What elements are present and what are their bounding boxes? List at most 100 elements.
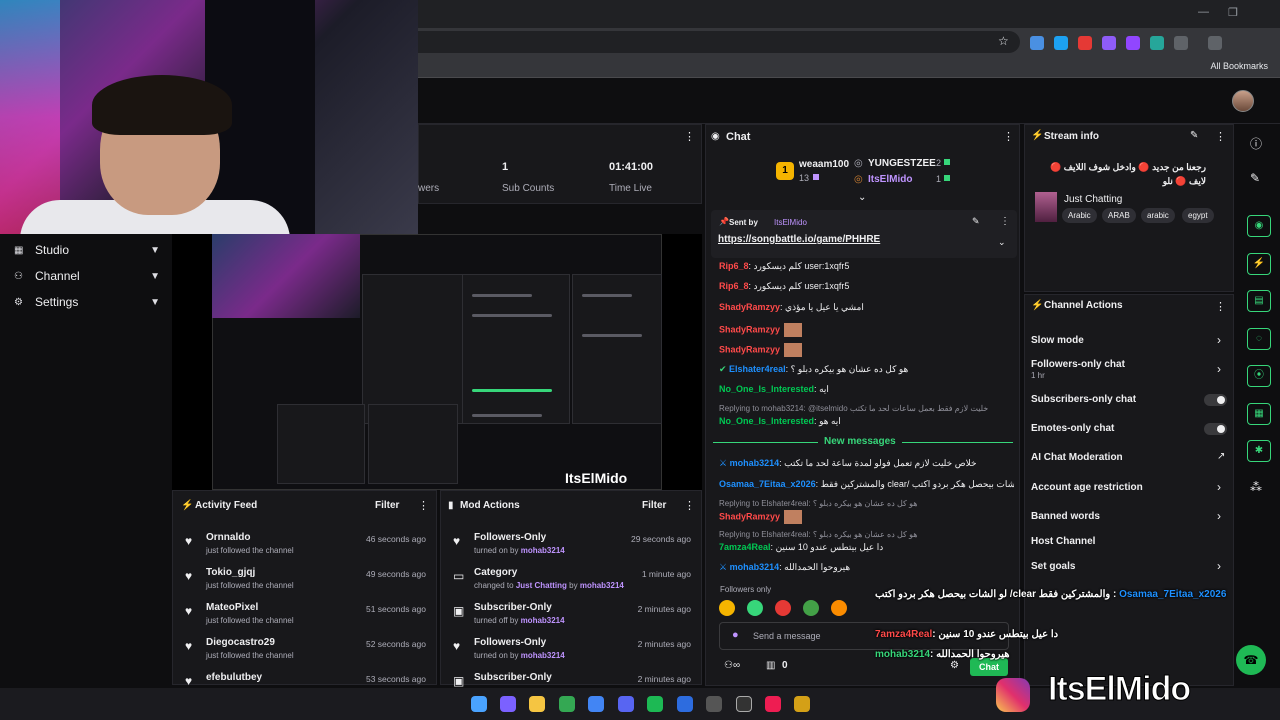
subscribers-only-toggle[interactable] <box>1204 394 1227 406</box>
tag-chip[interactable]: arabic <box>1141 208 1175 223</box>
tag-chip[interactable]: ARAB <box>1102 208 1136 223</box>
kebab-icon[interactable]: ⋮ <box>684 499 695 512</box>
followers-only-action[interactable]: Followers-only chat <box>1031 359 1125 370</box>
kebab-icon[interactable]: ⋮ <box>418 499 429 512</box>
spotify-icon[interactable] <box>647 696 663 712</box>
sidebar-item-settings[interactable]: ⚙ Settings ▼ <box>14 292 164 312</box>
banned-words-action[interactable]: Banned words <box>1031 511 1100 522</box>
emote-icon[interactable] <box>719 600 735 616</box>
avatar[interactable] <box>1232 90 1254 112</box>
kebab-icon[interactable]: ⋮ <box>1215 300 1226 313</box>
app-icon[interactable] <box>588 696 604 712</box>
extensions-icon[interactable]: ⁂ <box>1250 480 1262 494</box>
filter-button[interactable]: Filter <box>375 500 399 511</box>
chat-username[interactable]: 7amza4Real <box>719 542 771 552</box>
layout-icon[interactable]: ▦ <box>1247 403 1271 425</box>
follower-name[interactable]: Ornnaldo <box>206 532 250 543</box>
chat-username[interactable]: Elshater4real <box>729 364 786 374</box>
emote-icon[interactable] <box>775 600 791 616</box>
tag-chip[interactable]: Arabic <box>1062 208 1097 223</box>
wrench-icon[interactable]: ✱ <box>1247 440 1271 462</box>
chat-username[interactable]: ShadyRamzyy <box>719 344 780 354</box>
emote-icon[interactable] <box>831 600 847 616</box>
folder-icon[interactable] <box>529 696 545 712</box>
minimize-button[interactable]: — <box>1198 6 1209 18</box>
chevron-right-icon[interactable]: › <box>1217 559 1221 573</box>
chat-username[interactable]: Osamaa_7Eitaa_x2026 <box>719 479 816 489</box>
camera-icon[interactable]: ◉ <box>1247 215 1271 237</box>
follower-name[interactable]: Diegocastro29 <box>206 637 275 648</box>
moderator-name[interactable]: mohab3214 <box>521 616 565 625</box>
gear-icon[interactable]: ⚙ <box>950 660 959 671</box>
pencil-icon[interactable]: ✎ <box>1190 130 1198 141</box>
kebab-icon[interactable]: ⋮ <box>1000 216 1010 227</box>
external-link-icon[interactable]: ↗ <box>1217 451 1225 462</box>
bitwarden-icon[interactable] <box>677 696 693 712</box>
twitch-extension-icon[interactable] <box>1126 36 1140 50</box>
host-channel-action[interactable]: Host Channel <box>1031 536 1095 547</box>
slow-mode-action[interactable]: Slow mode <box>1031 335 1084 346</box>
kebab-icon[interactable]: ⋮ <box>1003 130 1014 143</box>
chevron-right-icon[interactable]: › <box>1217 480 1221 494</box>
chat-username[interactable]: mohab3214 <box>730 562 780 572</box>
sidebar-item-channel[interactable]: ⚇ Channel ▼ <box>14 266 164 286</box>
kebab-icon[interactable]: ⋮ <box>684 130 695 143</box>
chat-username[interactable]: mohab3214 <box>730 458 780 468</box>
chat-username[interactable]: ShadyRamzyy <box>719 511 780 521</box>
emote-icon[interactable] <box>747 600 763 616</box>
chat-username[interactable]: ShadyRamzyy <box>719 324 780 334</box>
pin-icon[interactable]: ✎ <box>972 216 980 227</box>
leaderboard-third-name[interactable]: ItsElMido <box>868 174 912 185</box>
media-icon[interactable] <box>1208 36 1222 50</box>
emotes-only-toggle[interactable] <box>1204 423 1227 435</box>
windows-start-icon[interactable] <box>471 696 487 712</box>
follower-name[interactable]: efebulutbey <box>206 672 262 683</box>
copilot-icon[interactable] <box>500 696 516 712</box>
extension-icon[interactable] <box>1030 36 1044 50</box>
stream-preview[interactable] <box>172 234 702 490</box>
chevron-right-icon[interactable]: › <box>1217 333 1221 347</box>
bolt-icon[interactable]: ⚡ <box>1247 253 1271 275</box>
expand-icon[interactable]: ⌄ <box>858 192 866 203</box>
chevron-down-icon[interactable]: ⌄ <box>998 237 1006 248</box>
tiktok-icon[interactable] <box>765 696 781 712</box>
chevron-right-icon[interactable]: › <box>1217 362 1221 376</box>
moderator-name[interactable]: mohab3214 <box>580 581 624 590</box>
leaderboard-first-name[interactable]: weaam100 <box>799 159 849 170</box>
emote-icon[interactable] <box>803 600 819 616</box>
chat-send-button[interactable]: Chat <box>970 658 1008 676</box>
extension-icon[interactable] <box>1150 36 1164 50</box>
app-icon[interactable] <box>794 696 810 712</box>
all-bookmarks-link[interactable]: All Bookmarks <box>1210 61 1268 71</box>
sent-by-user[interactable]: ItsElMido <box>774 218 807 227</box>
obs-icon[interactable] <box>736 696 752 712</box>
set-goals-action[interactable]: Set goals <box>1031 561 1075 572</box>
chat-username[interactable]: ShadyRamzyy <box>719 302 780 312</box>
broadcast-icon[interactable]: ⦿ <box>1247 365 1271 387</box>
info-icon[interactable]: ⓘ <box>1250 135 1262 152</box>
extension-icon[interactable] <box>1102 36 1116 50</box>
steam-icon[interactable] <box>706 696 722 712</box>
category-thumbnail[interactable] <box>1035 192 1057 222</box>
filter-button[interactable]: Filter <box>642 500 666 511</box>
maximize-button[interactable]: ❐ <box>1228 6 1238 19</box>
document-icon[interactable]: ▤ <box>1247 290 1271 312</box>
chevron-right-icon[interactable]: › <box>1217 509 1221 523</box>
moderator-name[interactable]: mohab3214 <box>521 651 565 660</box>
chrome-icon[interactable] <box>559 696 575 712</box>
game-name[interactable]: Just Chatting <box>516 581 567 590</box>
support-headset-icon[interactable]: ☎ <box>1236 645 1266 675</box>
chat-username[interactable]: Rip6_8 <box>719 281 749 291</box>
category-name[interactable]: Just Chatting <box>1064 194 1122 205</box>
pinned-link[interactable]: https://songbattle.io/game/PHHRE <box>718 234 880 245</box>
pencil-icon[interactable]: ✎ <box>1250 171 1260 185</box>
puzzle-icon[interactable] <box>1174 36 1188 50</box>
tag-chip[interactable]: egypt <box>1182 208 1214 223</box>
extension-icon[interactable] <box>1054 36 1068 50</box>
ai-moderation-action[interactable]: AI Chat Moderation <box>1031 452 1123 463</box>
follower-name[interactable]: Tokio_gjqj <box>206 567 255 578</box>
follower-name[interactable]: MateoPixel <box>206 602 258 613</box>
kebab-icon[interactable]: ⋮ <box>1215 130 1226 143</box>
account-age-action[interactable]: Account age restriction <box>1031 482 1143 493</box>
bookmark-star-icon[interactable]: ☆ <box>998 34 1009 48</box>
